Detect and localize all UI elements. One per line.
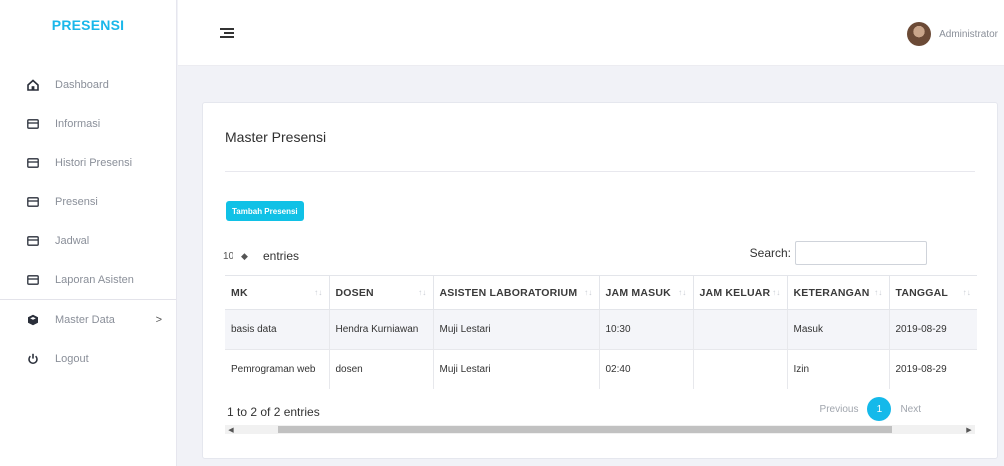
scroll-left-icon[interactable]: ◀ [225, 425, 237, 434]
master-presensi-card: Master Presensi Tambah Presensi 10 ◆ ent… [202, 102, 998, 459]
search-label: Search: [749, 246, 791, 260]
select-arrow-icon: ◆ [241, 250, 248, 261]
home-icon [26, 78, 40, 92]
sidebar-item-laporan-asisten[interactable]: Laporan Asisten [0, 260, 176, 299]
username: Administrator [939, 28, 998, 40]
page-1-button[interactable]: 1 [867, 397, 892, 421]
column-header-dosen[interactable]: DOSEN ↑↓ [328, 275, 433, 310]
entries-label: entries [263, 249, 300, 263]
sidebar-item-jadwal[interactable]: Jadwal [0, 221, 176, 260]
divider [225, 171, 975, 172]
card-icon [26, 273, 40, 287]
table-row: Pemrograman web dosen Muji Lestari 02:40… [225, 349, 977, 389]
column-header-jam-keluar[interactable]: JAM KELUAR ↑↓ [692, 275, 787, 310]
user-menu[interactable]: Administrator [907, 22, 998, 46]
add-presensi-button[interactable]: Tambah Presensi [226, 201, 304, 221]
cell-dosen: dosen [328, 349, 433, 389]
cell-tanggal: 2019-08-29 [888, 349, 977, 389]
sidebar-item-logout[interactable]: Logout [0, 339, 176, 378]
sidebar-item-label: Histori Presensi [55, 156, 133, 169]
sidebar-nav: Dashboard Informasi Histori Presensi Pre… [0, 65, 176, 378]
sidebar-item-label: Dashboard [55, 78, 109, 91]
sidebar-item-label: Jadwal [55, 234, 90, 247]
sidebar-item-label: Logout [55, 352, 89, 365]
sidebar-item-label: Master Data [55, 313, 115, 326]
scroll-right-icon[interactable]: ▶ [963, 425, 975, 434]
pagination: Previous 1 Next [820, 397, 921, 421]
sidebar-item-histori-presensi[interactable]: Histori Presensi [0, 143, 176, 182]
sidebar-item-label: Laporan Asisten [55, 273, 134, 286]
brand-logo[interactable]: PRESENSI [0, 0, 176, 65]
cell-keterangan: Masuk [786, 309, 889, 350]
scrollbar-thumb[interactable] [278, 426, 892, 433]
column-header-mk[interactable]: MK ↑↓ [225, 275, 329, 310]
topbar: Administrator [178, 0, 1004, 66]
power-icon [26, 352, 40, 366]
card-icon [26, 195, 40, 209]
sort-icon: ↑↓ [874, 288, 883, 297]
cell-jam-masuk: 10:30 [598, 309, 693, 350]
page-title: Master Presensi [225, 129, 327, 145]
sidebar-item-label: Presensi [55, 195, 98, 208]
card-icon [26, 117, 40, 131]
card-icon [26, 234, 40, 248]
cell-jam-masuk: 02:40 [598, 349, 693, 389]
presensi-table-container: MK ↑↓ DOSEN ↑↓ ASISTEN LABORATORIUM ↑↓ JAM … [225, 275, 977, 389]
cell-jam-keluar [692, 309, 787, 350]
column-header-asisten[interactable]: ASISTEN LABORATORIUM ↑↓ [432, 275, 599, 310]
entries-select[interactable]: 10 ◆ [223, 246, 261, 266]
sidebar-item-dashboard[interactable]: Dashboard [0, 65, 176, 104]
sort-icon: ↑↓ [772, 288, 781, 297]
column-header-tanggal[interactable]: TANGGAL ↑↓ [888, 275, 977, 310]
sidebar: PRESENSI Dashboard Informasi Histori Pre… [0, 0, 177, 466]
horizontal-scrollbar[interactable]: ◀ ▶ [225, 425, 975, 434]
table-info: 1 to 2 of 2 entries [227, 405, 320, 419]
cell-tanggal: 2019-08-29 [888, 309, 977, 350]
cell-asisten: Muji Lestari [432, 349, 599, 389]
cell-jam-keluar [692, 349, 787, 389]
cell-mk: Pemrograman web [225, 349, 329, 389]
sort-icon: ↑↓ [962, 288, 971, 297]
entries-length: 10 ◆ entries [223, 246, 299, 266]
next-page-button[interactable]: Next [900, 404, 921, 415]
column-header-jam-masuk[interactable]: JAM MASUK ↑↓ [598, 275, 693, 310]
chevron-right-icon: > [155, 313, 162, 326]
previous-page-button[interactable]: Previous [820, 404, 859, 415]
menu-toggle-icon[interactable] [220, 28, 234, 40]
table-row: basis data Hendra Kurniawan Muji Lestari… [225, 309, 977, 350]
cell-asisten: Muji Lestari [432, 309, 599, 350]
sort-icon: ↑↓ [678, 288, 687, 297]
sort-icon: ↑↓ [314, 288, 323, 297]
search-input[interactable] [795, 241, 927, 265]
sidebar-item-informasi[interactable]: Informasi [0, 104, 176, 143]
cell-dosen: Hendra Kurniawan [328, 309, 433, 350]
sidebar-item-presensi[interactable]: Presensi [0, 182, 176, 221]
table-header-row: MK ↑↓ DOSEN ↑↓ ASISTEN LABORATORIUM ↑↓ JAM … [225, 275, 977, 310]
cube-icon [26, 313, 40, 327]
sort-icon: ↑↓ [418, 288, 427, 297]
card-icon [26, 156, 40, 170]
sidebar-item-master-data[interactable]: Master Data > [0, 300, 176, 339]
sidebar-item-label: Informasi [55, 117, 101, 130]
cell-mk: basis data [225, 309, 329, 350]
avatar [907, 22, 932, 46]
presensi-table: MK ↑↓ DOSEN ↑↓ ASISTEN LABORATORIUM ↑↓ JAM … [225, 275, 977, 389]
sort-icon: ↑↓ [584, 288, 593, 297]
search-box: Search: [750, 241, 927, 265]
column-header-keterangan[interactable]: KETERANGAN ↑↓ [786, 275, 889, 310]
cell-keterangan: Izin [786, 349, 889, 389]
